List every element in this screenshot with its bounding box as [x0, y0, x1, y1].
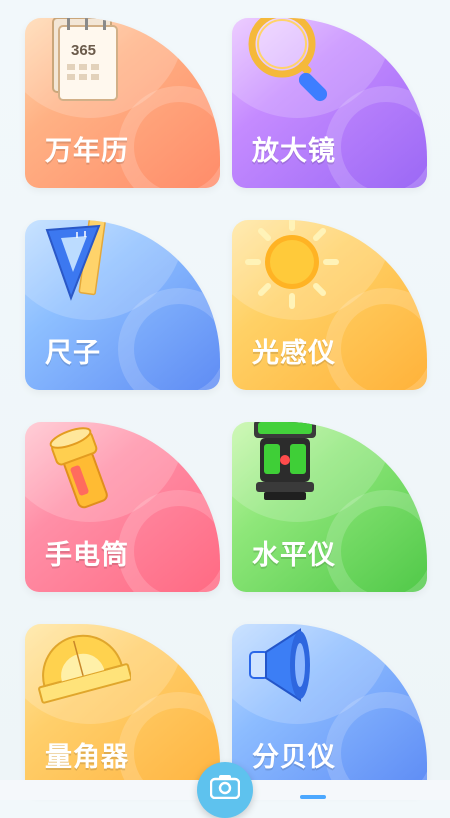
tool-card-level[interactable]: 水平仪	[232, 422, 427, 592]
tool-label: 光感仪	[252, 338, 336, 369]
speaker-icon	[249, 628, 310, 702]
camera-button[interactable]	[197, 762, 253, 818]
tool-label: 尺子	[45, 338, 101, 369]
tool-label: 放大镜	[252, 136, 336, 167]
tool-card-protractor[interactable]: 量角器	[25, 624, 220, 794]
calendar-icon: 365	[52, 18, 118, 101]
tool-label: 水平仪	[252, 540, 336, 571]
nav-indicator	[300, 795, 326, 799]
tool-card-ruler[interactable]: 尺子	[25, 220, 220, 390]
tool-grid: 365 万年历 放大镜 尺子 光感仪 手电筒 水平仪 量角器 分贝仪	[0, 0, 450, 800]
tool-label: 分贝仪	[252, 742, 336, 773]
tool-card-calendar[interactable]: 365 万年历	[25, 18, 220, 188]
tool-label: 万年历	[45, 136, 129, 167]
tool-card-decibel[interactable]: 分贝仪	[232, 624, 427, 794]
tool-label: 量角器	[45, 742, 129, 773]
flashlight-icon	[49, 427, 108, 509]
calendar-number: 365	[71, 42, 96, 59]
camera-icon	[210, 775, 240, 799]
tool-card-magnifier[interactable]: 放大镜	[232, 18, 427, 188]
ruler-icon	[45, 220, 108, 301]
tool-card-flashlight[interactable]: 手电筒	[25, 422, 220, 592]
protractor-icon	[38, 634, 131, 704]
laser-level-icon	[254, 422, 316, 500]
magnifier-icon	[248, 18, 328, 102]
sun-icon	[245, 220, 339, 309]
tool-card-light-sensor[interactable]: 光感仪	[232, 220, 427, 390]
tool-label: 手电筒	[45, 540, 129, 571]
